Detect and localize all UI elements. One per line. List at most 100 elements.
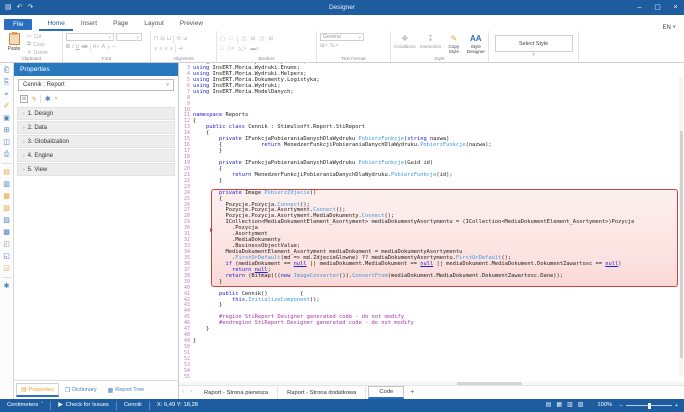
- code-line[interactable]: [193, 375, 684, 381]
- style-designer-button[interactable]: AA Style Designer: [467, 34, 485, 55]
- toolbox-icon[interactable]: ▤: [1, 167, 12, 178]
- toolbox-icon[interactable]: ◲: [1, 263, 12, 274]
- add-page-button[interactable]: +: [404, 386, 420, 399]
- tab-scroll-right-icon[interactable]: ›: [187, 386, 195, 399]
- word-wrap-icon[interactable]: ⊿: [183, 36, 188, 43]
- border-top-icon[interactable]: ⊟: [251, 36, 256, 43]
- property-section-header[interactable]: › 4. Engine: [17, 149, 175, 162]
- grid-view-icon[interactable]: ▦: [556, 401, 562, 410]
- fill-color-icon[interactable]: ◇˅: [227, 46, 234, 53]
- shrink-font-button[interactable]: A: [107, 44, 110, 51]
- property-section-header[interactable]: › 2. Data: [17, 121, 175, 134]
- toolbox-icon[interactable]: ✱: [1, 281, 12, 292]
- toolbox-icon[interactable]: ▧: [1, 203, 12, 214]
- cut-button[interactable]: ✄Cut: [27, 33, 48, 40]
- delete-button[interactable]: ✕Delete: [27, 49, 48, 56]
- grow-font-button[interactable]: A: [102, 44, 106, 51]
- categories-icon[interactable]: ⊞: [20, 95, 28, 103]
- toolbox-icon[interactable]: ▨: [1, 215, 12, 226]
- panel-tab[interactable]: ❒ Dictionary: [60, 384, 102, 397]
- ribbon-tab[interactable]: Preview: [172, 17, 211, 31]
- bold-button[interactable]: B: [66, 44, 70, 51]
- file-menu-button[interactable]: File: [4, 19, 32, 30]
- property-section-header[interactable]: › 5. View: [17, 163, 175, 176]
- zoom-out-icon[interactable]: −: [619, 403, 622, 409]
- page-tab[interactable]: Raport - Strona pierwsza: [195, 386, 278, 399]
- toolbox-icon[interactable]: ✐: [1, 101, 12, 112]
- font-color-button[interactable]: A˅: [93, 44, 100, 51]
- toolbox-icon[interactable]: ⎙: [1, 149, 12, 160]
- link-icon[interactable]: ⌁: [112, 44, 115, 51]
- units-selector[interactable]: Centimetersˆ: [0, 401, 51, 410]
- underline-button[interactable]: U: [76, 44, 80, 51]
- text-angle-icon[interactable]: ⟲: [176, 36, 181, 43]
- italic-button[interactable]: I: [72, 44, 74, 51]
- events-icon[interactable]: ϟ: [32, 96, 36, 103]
- select-style-gallery[interactable]: Select Style ˅: [492, 33, 575, 58]
- toolbox-icon[interactable]: ⎘: [1, 77, 12, 88]
- number-format-icon[interactable]: ⊞˅: [320, 43, 328, 50]
- ruler-view-icon[interactable]: ▥: [567, 401, 573, 410]
- interaction-button[interactable]: ↧ Interaction: [420, 34, 441, 49]
- font-family-combo[interactable]: ˅: [66, 33, 114, 41]
- component-selector[interactable]: Cennik : Report ˅: [18, 79, 174, 91]
- code-tab[interactable]: Code: [368, 386, 404, 399]
- panel-tab[interactable]: ▤ Properties: [16, 383, 59, 397]
- property-section-header[interactable]: › 3. Globalization: [17, 135, 175, 148]
- border-none-icon[interactable]: □: [229, 36, 232, 43]
- gear-icon[interactable]: ✱: [45, 95, 51, 103]
- toolbox-icon[interactable]: ▥: [1, 179, 12, 190]
- scrollbar-thumb[interactable]: [457, 382, 523, 385]
- font-size-combo[interactable]: ˅: [116, 33, 142, 41]
- align-center-icon[interactable]: ≡: [159, 46, 162, 53]
- ribbon-tab[interactable]: Home: [39, 17, 72, 31]
- align-middle-icon[interactable]: ⊟: [160, 36, 165, 43]
- code-area[interactable]: 2345678910111213141516171819202122232425…: [179, 63, 684, 382]
- toolbox-icon[interactable]: ▣: [1, 113, 12, 124]
- copy-button[interactable]: ⧉Copy: [27, 41, 48, 48]
- border-color-icon[interactable]: ◺˅: [239, 46, 246, 53]
- zoom-in-icon[interactable]: +: [675, 403, 678, 409]
- toolbox-icon[interactable]: ◰: [1, 239, 12, 250]
- chevron-down-icon[interactable]: ˅: [55, 96, 58, 102]
- ribbon-tab[interactable]: Page: [105, 17, 136, 31]
- zoom-slider[interactable]: − +: [619, 403, 684, 409]
- border-right-icon[interactable]: ◫: [259, 36, 264, 43]
- copy-style-button[interactable]: ✎ Copy Style: [445, 34, 462, 55]
- check-for-issues-button[interactable]: ▶Check for Issues: [51, 401, 117, 410]
- conditions-button[interactable]: ❖ Conditions: [394, 34, 416, 49]
- zoom-slider-thumb[interactable]: [648, 403, 651, 409]
- align-bottom-icon[interactable]: ⊔: [167, 36, 171, 43]
- border-style-icon[interactable]: ▬˅: [250, 46, 259, 53]
- paste-button[interactable]: Paste: [4, 33, 24, 56]
- align-left-icon[interactable]: ≡: [154, 46, 157, 53]
- ribbon-tab[interactable]: Layout: [136, 17, 172, 31]
- indent-icon[interactable]: ⇥: [178, 46, 183, 53]
- toolbox-icon[interactable]: ▩: [1, 227, 12, 238]
- toolbox-icon[interactable]: ⊞: [1, 125, 12, 136]
- tab-scroll-left-icon[interactable]: ‹: [179, 386, 187, 399]
- zoom-level-label[interactable]: 100%: [590, 401, 619, 410]
- ribbon-tab[interactable]: Insert: [73, 17, 105, 31]
- horizontal-scrollbar[interactable]: [179, 382, 684, 385]
- toolbox-icon[interactable]: ▦: [1, 191, 12, 202]
- border-box-icon[interactable]: □: [220, 46, 223, 53]
- toolbox-icon[interactable]: ⎗: [1, 65, 12, 76]
- toolbox-icon[interactable]: ◫: [1, 137, 12, 148]
- page-view-icon[interactable]: ▤: [546, 401, 552, 410]
- strikethrough-button[interactable]: ab: [82, 44, 88, 51]
- toolbox-icon[interactable]: ⌖: [1, 89, 12, 100]
- percent-format-icon[interactable]: ‰˅: [330, 43, 339, 50]
- align-right-icon[interactable]: ≡: [164, 46, 167, 53]
- toolbox-icon[interactable]: ◱: [1, 251, 12, 262]
- text-format-combo[interactable]: General˅: [320, 33, 364, 41]
- page-tab[interactable]: Raport - Strona dodatkowa: [278, 386, 366, 399]
- property-section-header[interactable]: › 1. Design: [17, 107, 175, 120]
- panel-tab[interactable]: ▦ Report Tree: [103, 384, 150, 397]
- border-left-icon[interactable]: ◫: [242, 36, 247, 43]
- fullscreen-icon[interactable]: ▨: [578, 401, 584, 410]
- border-all-icon[interactable]: ▢: [220, 36, 225, 43]
- align-justify-icon[interactable]: ≡: [170, 46, 173, 53]
- border-bottom-icon[interactable]: ⊟: [269, 36, 274, 43]
- align-top-icon[interactable]: ⊓: [154, 36, 158, 43]
